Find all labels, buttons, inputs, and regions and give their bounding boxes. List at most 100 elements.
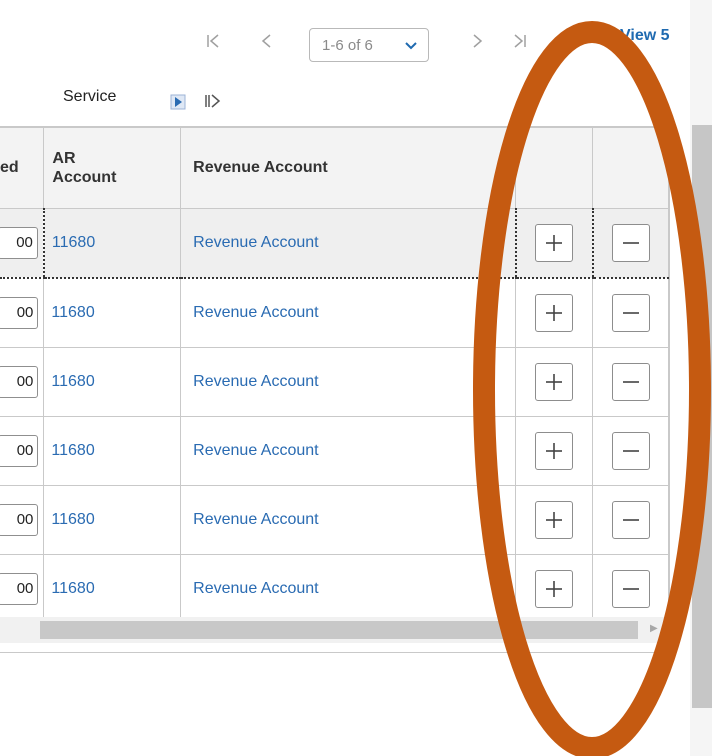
minus-icon — [622, 519, 639, 521]
amount-cell: 00 — [0, 208, 45, 279]
delete-row-cell — [592, 485, 669, 555]
minus-icon — [622, 242, 639, 244]
amount-field[interactable]: 00 — [0, 366, 39, 398]
delete-row-button[interactable] — [611, 501, 650, 539]
scroll-right-icon[interactable]: ▶ — [650, 623, 658, 634]
column-header-label: Account — [52, 169, 117, 186]
revenue-account-link[interactable]: Revenue Account — [181, 304, 318, 321]
add-row-cell — [515, 277, 594, 348]
horizontal-scrollbar[interactable]: ▶ — [0, 617, 669, 643]
amount-cell: 00 — [0, 347, 45, 417]
ar-account-link[interactable]: 11680 — [45, 234, 95, 251]
next-tab-icon[interactable] — [170, 94, 186, 110]
ar-account-cell: 11680 — [42, 208, 182, 279]
amount-field[interactable]: 00 — [0, 297, 39, 329]
add-row-button[interactable] — [535, 363, 574, 401]
grid-pager: 1-6 of 6 View 5 — [0, 0, 690, 72]
revenue-account-cell: Revenue Account — [180, 277, 517, 348]
table-row[interactable]: 00 11680 Revenue Account — [0, 554, 669, 624]
column-header-label: AR — [52, 150, 76, 167]
ar-account-cell: 11680 — [43, 416, 182, 486]
delete-row-button[interactable] — [611, 432, 650, 470]
plus-icon — [546, 443, 563, 459]
ar-account-link[interactable]: 11680 — [44, 373, 94, 390]
column-header-delete — [592, 127, 669, 209]
amount-field[interactable]: 00 — [0, 435, 39, 467]
page-range-select[interactable]: 1-6 of 6 — [309, 28, 429, 62]
amount-cell: 00 — [0, 416, 45, 486]
tab-service[interactable]: Service — [63, 88, 116, 106]
add-row-button[interactable] — [535, 224, 574, 262]
table-row[interactable]: 00 11680 Revenue Account — [0, 485, 669, 555]
revenue-account-cell: Revenue Account — [180, 416, 517, 486]
plus-icon — [546, 235, 563, 251]
minus-icon — [622, 588, 639, 590]
page-range-value: 1-6 of 6 — [322, 37, 373, 54]
delete-row-button[interactable] — [611, 363, 650, 401]
delete-row-cell — [592, 554, 669, 624]
amount-field[interactable]: 00 — [0, 504, 39, 536]
accounts-grid: ed AR Account Revenue Account 00 11680 R… — [0, 126, 670, 653]
add-row-cell — [515, 347, 594, 417]
column-header-revenue-account: Revenue Account — [180, 127, 517, 209]
table-row[interactable]: 00 11680 Revenue Account — [0, 347, 669, 417]
minus-icon — [622, 312, 639, 314]
ar-account-link[interactable]: 11680 — [44, 580, 94, 597]
ar-account-cell: 11680 — [43, 485, 182, 555]
add-row-cell — [515, 416, 594, 486]
add-row-button[interactable] — [535, 501, 574, 539]
table-header-row: ed AR Account Revenue Account — [0, 127, 669, 209]
view-5-link[interactable]: View 5 — [620, 27, 670, 45]
table-row[interactable]: 00 11680 Revenue Account — [0, 208, 669, 279]
ar-account-cell: 11680 — [43, 554, 182, 624]
accounts-table: ed AR Account Revenue Account 00 11680 R… — [0, 127, 669, 624]
revenue-account-cell: Revenue Account — [180, 347, 517, 417]
horizontal-scrollbar-thumb[interactable] — [40, 621, 638, 639]
chevron-down-icon — [404, 39, 418, 56]
column-header-label: Revenue Account — [193, 159, 328, 176]
show-all-columns-icon[interactable] — [204, 93, 222, 109]
amount-cell: 00 — [0, 554, 45, 624]
ar-account-cell: 11680 — [43, 347, 182, 417]
grid-tabs: Service — [0, 88, 690, 116]
plus-icon — [546, 374, 563, 390]
next-page-icon[interactable] — [470, 33, 484, 53]
amount-cell: 00 — [0, 277, 45, 348]
add-row-button[interactable] — [535, 432, 574, 470]
ar-account-link[interactable]: 11680 — [44, 442, 94, 459]
plus-icon — [546, 512, 563, 528]
last-page-icon[interactable] — [512, 33, 528, 53]
revenue-account-link[interactable]: Revenue Account — [181, 234, 318, 251]
column-header-ar-account: AR Account — [43, 127, 182, 209]
ar-account-link[interactable]: 11680 — [44, 304, 94, 321]
column-header-add — [515, 127, 594, 209]
add-row-button[interactable] — [535, 570, 574, 608]
vertical-scrollbar-thumb[interactable] — [692, 125, 712, 708]
delete-row-cell — [591, 208, 669, 279]
table-row[interactable]: 00 11680 Revenue Account — [0, 277, 669, 348]
plus-icon — [546, 305, 563, 321]
delete-row-cell — [592, 416, 669, 486]
first-page-icon[interactable] — [205, 33, 221, 53]
delete-row-button[interactable] — [611, 224, 650, 262]
ar-account-link[interactable]: 11680 — [44, 511, 94, 528]
add-row-cell — [514, 208, 594, 279]
delete-row-button[interactable] — [611, 570, 650, 608]
revenue-account-link[interactable]: Revenue Account — [181, 511, 318, 528]
amount-field[interactable]: 00 — [0, 227, 38, 259]
table-row[interactable]: 00 11680 Revenue Account — [0, 416, 669, 486]
revenue-account-link[interactable]: Revenue Account — [181, 373, 318, 390]
revenue-account-link[interactable]: Revenue Account — [181, 580, 318, 597]
amount-field[interactable]: 00 — [0, 573, 39, 605]
revenue-account-cell: Revenue Account — [180, 554, 517, 624]
previous-page-icon[interactable] — [260, 33, 274, 53]
revenue-account-link[interactable]: Revenue Account — [181, 442, 318, 459]
revenue-account-cell: Revenue Account — [180, 485, 517, 555]
delete-row-button[interactable] — [611, 294, 650, 332]
minus-icon — [622, 450, 639, 452]
minus-icon — [622, 381, 639, 383]
plus-icon — [546, 581, 563, 597]
ar-account-cell: 11680 — [43, 277, 182, 348]
add-row-button[interactable] — [535, 294, 574, 332]
delete-row-cell — [592, 277, 669, 348]
